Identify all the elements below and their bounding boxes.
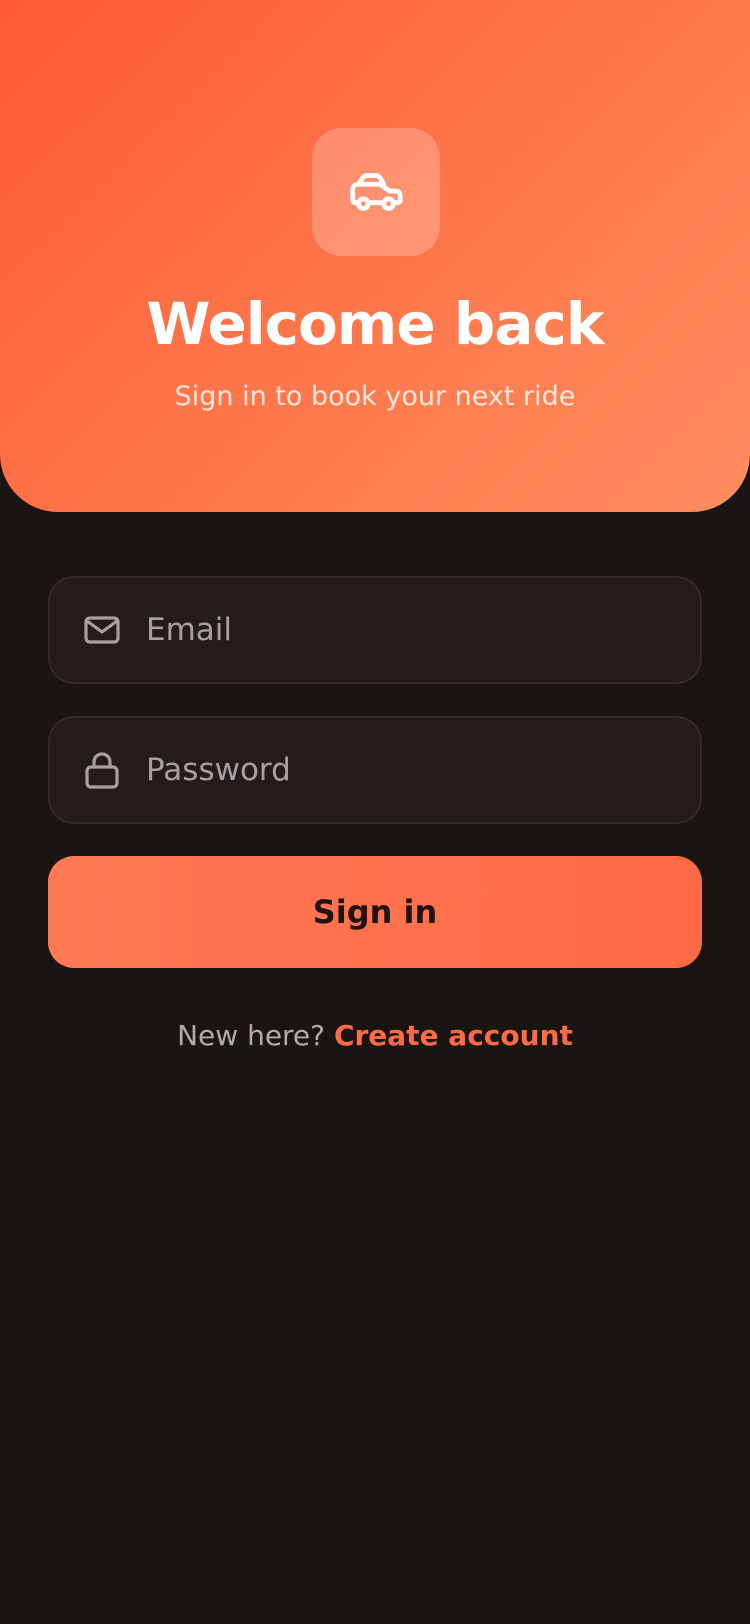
login-screen: Welcome back Sign in to book your next r… bbox=[0, 0, 750, 1624]
password-input[interactable] bbox=[146, 718, 676, 822]
page-subtitle: Sign in to book your next ride bbox=[174, 381, 576, 412]
email-input[interactable] bbox=[146, 578, 676, 682]
create-account-link[interactable]: Create account bbox=[334, 1019, 573, 1052]
car-icon bbox=[350, 173, 403, 211]
password-field[interactable] bbox=[48, 716, 702, 824]
email-field[interactable] bbox=[48, 576, 702, 684]
new-here-text: New here? bbox=[177, 1019, 326, 1052]
mail-icon bbox=[82, 610, 122, 650]
lock-icon bbox=[82, 750, 122, 790]
hero-header: Welcome back Sign in to book your next r… bbox=[0, 0, 750, 512]
sign-in-button[interactable]: Sign in bbox=[48, 856, 702, 968]
page-title: Welcome back bbox=[146, 290, 605, 358]
app-logo bbox=[312, 128, 440, 256]
create-account-prompt: New here? Create account bbox=[0, 1016, 750, 1056]
